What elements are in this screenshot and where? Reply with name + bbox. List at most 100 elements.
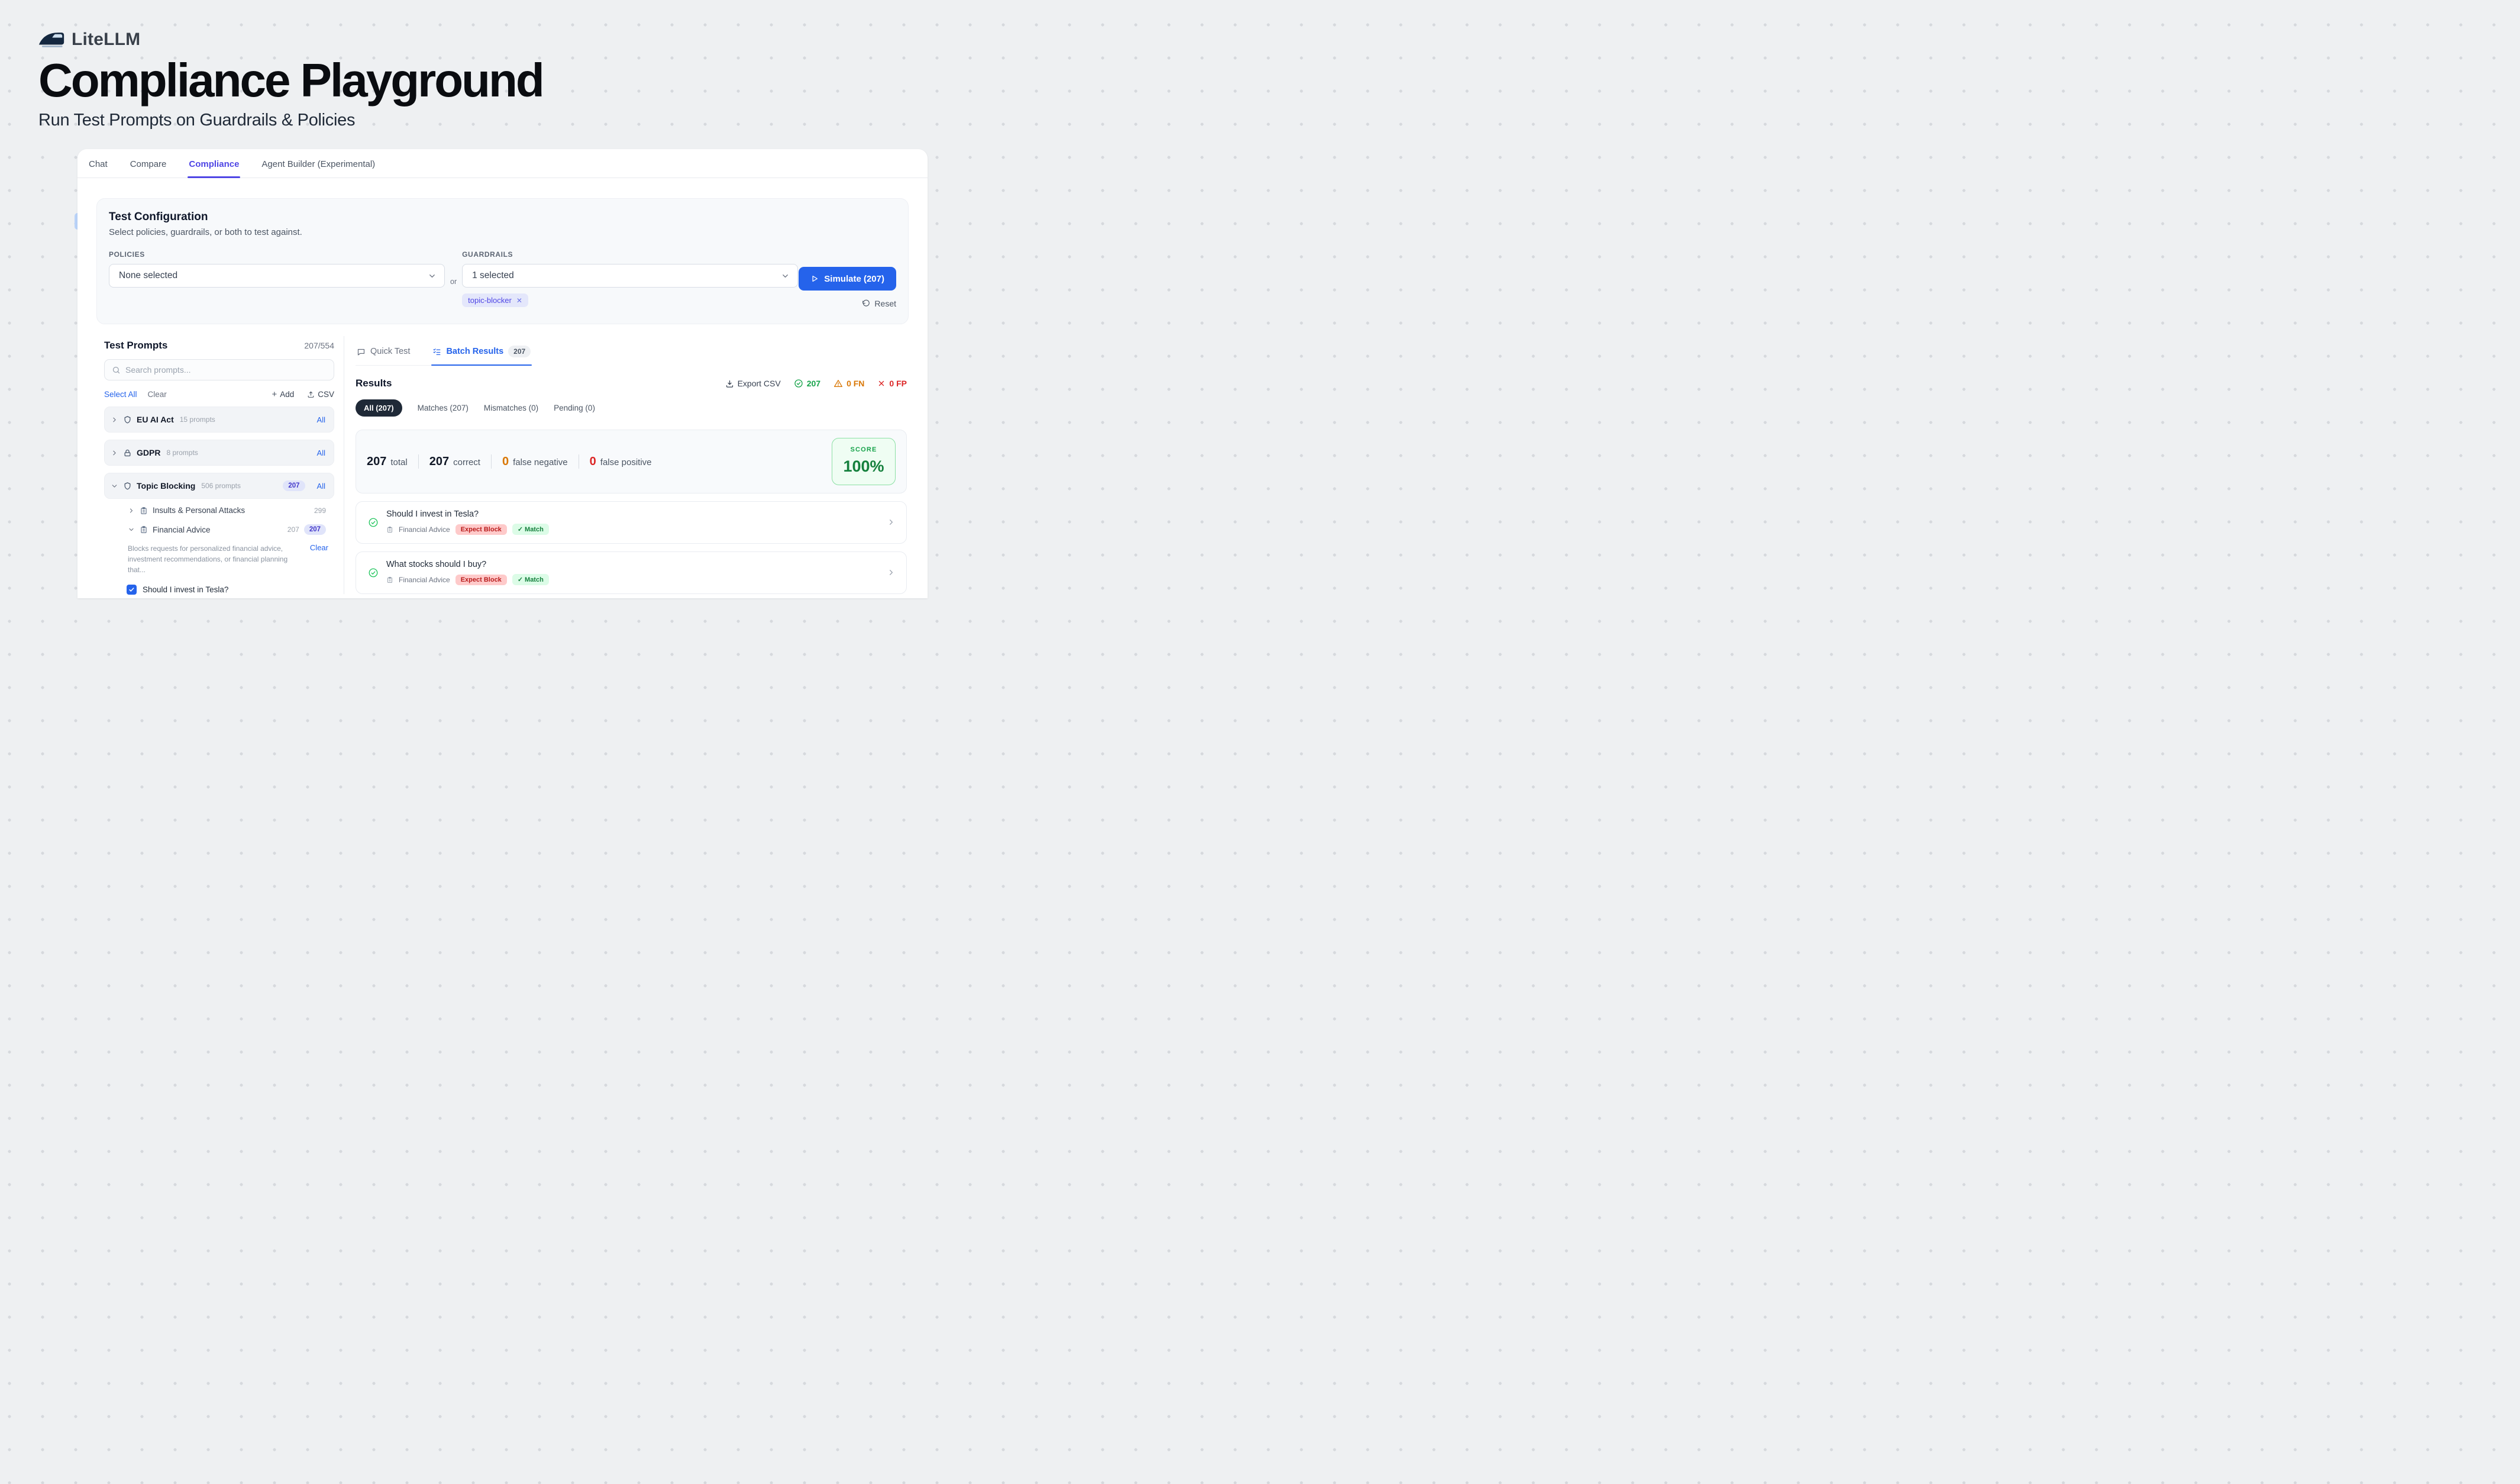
subgroup-financial-advice[interactable]: Financial Advice 207 207 xyxy=(104,522,334,542)
filter-mismatches[interactable]: Mismatches (0) xyxy=(484,404,538,412)
stat-fp-value: 0 xyxy=(590,455,596,469)
export-csv-label: Export CSV xyxy=(738,379,781,388)
tab-compare[interactable]: Compare xyxy=(129,149,168,178)
result-row[interactable]: Should I invest in Tesla? Financial Advi… xyxy=(356,501,907,544)
prompt-checkbox[interactable] xyxy=(127,585,137,595)
simulate-button[interactable]: Simulate (207) xyxy=(799,267,896,291)
score-value: 100% xyxy=(832,457,895,476)
upload-icon xyxy=(307,391,315,398)
tab-batch-results[interactable]: Batch Results 207 xyxy=(431,340,532,365)
upload-csv-button[interactable]: CSV xyxy=(307,390,334,399)
result-body: What stocks should I buy? Financial Advi… xyxy=(386,560,879,585)
reset-button[interactable]: Reset xyxy=(862,299,896,308)
simulate-button-label: Simulate (207) xyxy=(824,274,884,284)
prompt-group-eu-ai-act[interactable]: EU AI Act 15 prompts All xyxy=(104,407,334,433)
stat-total-label: total xyxy=(390,457,407,467)
play-icon xyxy=(810,275,819,283)
remove-chip-icon[interactable]: ✕ xyxy=(516,297,522,304)
category-clear-link[interactable]: Clear xyxy=(310,543,328,552)
results-indicators: Export CSV 207 0 FN xyxy=(725,379,907,388)
select-all-link[interactable]: Select All xyxy=(104,390,137,399)
top-tab-bar: Chat Compare Compliance Agent Builder (E… xyxy=(77,149,928,178)
filter-all[interactable]: All (207) xyxy=(356,399,402,417)
results-title: Results xyxy=(356,378,392,389)
page-title: Compliance Playground xyxy=(38,56,928,105)
test-prompts-title: Test Prompts xyxy=(104,340,167,351)
stat-fn-value: 0 xyxy=(502,455,509,469)
plus-icon: + xyxy=(272,389,277,399)
workspace-panels: Test Prompts 207/554 Select All Clear + … xyxy=(77,336,928,598)
prompt-item[interactable]: Should I invest in Tesla? xyxy=(104,576,334,598)
chevron-right-icon xyxy=(111,416,118,424)
search-input[interactable] xyxy=(125,365,327,375)
match-badge-label: Match xyxy=(525,576,544,583)
group-count: 15 prompts xyxy=(180,415,215,424)
group-all-link[interactable]: All xyxy=(317,449,325,457)
clear-link[interactable]: Clear xyxy=(148,390,167,399)
result-row[interactable]: What stocks should I buy? Financial Advi… xyxy=(356,551,907,594)
group-name: EU AI Act xyxy=(137,415,174,424)
policies-select[interactable]: None selected xyxy=(109,264,445,288)
summary-stats: 207 total 207 correct 0 false negative xyxy=(367,454,652,469)
false-negative-count: 0 FN xyxy=(833,379,864,388)
lock-icon xyxy=(123,449,132,457)
tab-compliance[interactable]: Compliance xyxy=(188,149,240,178)
guardrail-chip-label: topic-blocker xyxy=(468,296,512,305)
divider xyxy=(491,454,492,469)
config-row: POLICIES None selected or GUARDRAILS 1 s… xyxy=(109,250,896,308)
policies-label: POLICIES xyxy=(109,250,445,259)
group-name: Topic Blocking xyxy=(137,481,195,491)
x-icon xyxy=(877,379,886,388)
filter-pending[interactable]: Pending (0) xyxy=(554,404,595,412)
shield-icon xyxy=(123,415,132,424)
test-configuration-card: Test Configuration Select policies, guar… xyxy=(96,198,909,324)
guardrails-select[interactable]: 1 selected xyxy=(462,264,798,288)
config-subtitle: Select policies, guardrails, or both to … xyxy=(109,227,896,237)
page-subtitle: Run Test Prompts on Guardrails & Policie… xyxy=(38,111,928,130)
chevron-right-icon xyxy=(111,449,118,457)
chevron-down-icon xyxy=(111,482,118,490)
selected-count-badge: 207 xyxy=(283,480,305,491)
stat-correct-value: 207 xyxy=(429,455,449,469)
filter-matches[interactable]: Matches (207) xyxy=(418,404,469,412)
match-badge-label: Match xyxy=(525,526,544,533)
check-icon: ✓ xyxy=(518,576,523,583)
export-csv-button[interactable]: Export CSV xyxy=(725,379,781,388)
result-body: Should I invest in Tesla? Financial Advi… xyxy=(386,509,879,535)
batch-results-count-badge: 207 xyxy=(508,346,531,357)
tab-chat[interactable]: Chat xyxy=(88,149,109,178)
reset-icon xyxy=(862,299,870,308)
brand-name: LiteLLM xyxy=(72,30,140,50)
tab-agent-builder[interactable]: Agent Builder (Experimental) xyxy=(260,149,376,178)
test-prompts-count: 207/554 xyxy=(304,341,334,350)
stat-fn-label: false negative xyxy=(513,457,568,467)
tab-quick-test[interactable]: Quick Test xyxy=(356,340,411,365)
chevron-down-icon xyxy=(128,526,135,533)
match-badge: ✓ Match xyxy=(512,574,549,585)
prompt-group-topic-blocking[interactable]: Topic Blocking 506 prompts 207 All xyxy=(104,473,334,499)
result-meta: Financial Advice Expect Block ✓ Match xyxy=(386,574,879,585)
add-prompt-button[interactable]: + Add xyxy=(272,389,294,399)
policies-field: POLICIES None selected xyxy=(109,250,445,288)
stat-fp-label: false positive xyxy=(600,457,652,467)
check-icon: ✓ xyxy=(518,525,523,533)
download-icon xyxy=(725,379,734,388)
brand-row: LiteLLM xyxy=(38,30,928,50)
result-meta: Financial Advice Expect Block ✓ Match xyxy=(386,524,879,535)
guardrails-field: GUARDRAILS 1 selected topic-blocker ✕ xyxy=(462,250,798,307)
group-all-link[interactable]: All xyxy=(317,415,325,424)
stat-total-value: 207 xyxy=(367,455,386,469)
clipboard-icon xyxy=(386,576,393,583)
results-summary-card: 207 total 207 correct 0 false negative xyxy=(356,430,907,493)
subgroup-insults[interactable]: Insults & Personal Attacks 299 xyxy=(104,499,334,522)
stat-false-negative: 0 false negative xyxy=(502,455,568,469)
warning-triangle-icon xyxy=(833,379,843,388)
subgroup-count: 207 xyxy=(287,525,299,534)
prompt-group-gdpr[interactable]: GDPR 8 prompts All xyxy=(104,440,334,466)
policies-select-value: None selected xyxy=(119,270,177,281)
chevron-right-icon xyxy=(128,507,135,514)
result-category: Financial Advice xyxy=(399,525,450,534)
result-title: What stocks should I buy? xyxy=(386,560,879,569)
scroll-indicator xyxy=(75,213,80,230)
group-all-link[interactable]: All xyxy=(317,482,325,491)
